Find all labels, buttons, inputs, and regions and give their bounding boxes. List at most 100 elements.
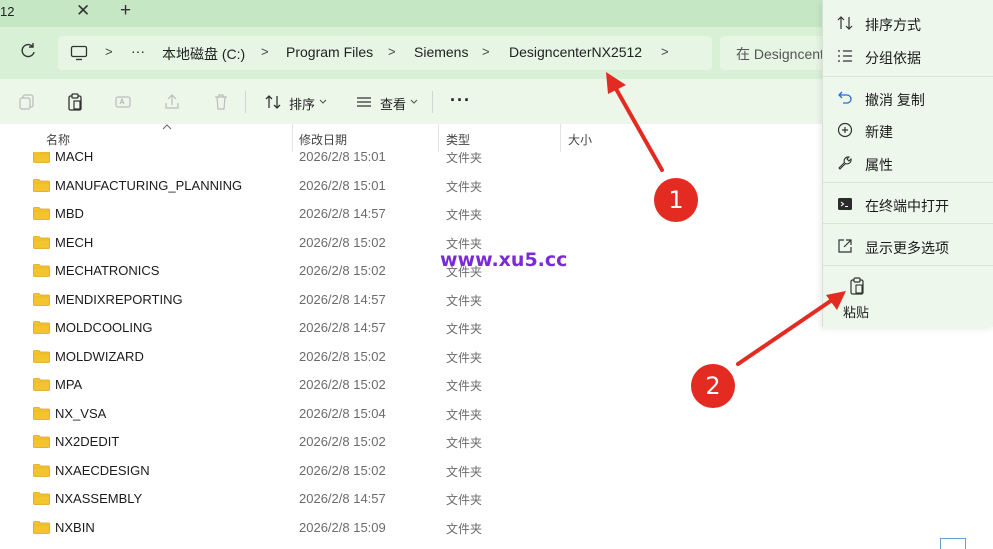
- file-name: MPA: [55, 377, 83, 392]
- menu-item-terminal[interactable]: 在终端中打开: [823, 189, 993, 219]
- file-date: 2026/2/8 15:01: [299, 177, 386, 193]
- folder-icon: [33, 178, 50, 192]
- column-date[interactable]: 修改日期: [299, 131, 347, 148]
- file-name: NX2DEDIT: [55, 434, 120, 449]
- file-date: 2026/2/8 15:02: [299, 348, 386, 364]
- breadcrumb-item-siemens[interactable]: Siemens: [414, 44, 468, 60]
- file-name: MANUFACTURING_PLANNING: [55, 177, 243, 193]
- search-input[interactable]: 在 Designcenter: [720, 36, 830, 70]
- sort-icon: [837, 16, 853, 30]
- share-icon[interactable]: [163, 93, 181, 111]
- folder-icon: [33, 235, 50, 249]
- menu-item-sort[interactable]: 排序方式: [823, 8, 993, 38]
- file-date: 2026/2/8 15:02: [299, 434, 386, 449]
- sort-button[interactable]: 排序: [289, 94, 315, 113]
- folder-icon: [33, 463, 50, 477]
- file-type: 文件夹: [446, 208, 483, 222]
- more-options-icon[interactable]: ···: [450, 90, 471, 111]
- file-date: 2026/2/8 14:57: [299, 291, 386, 307]
- refresh-icon[interactable]: [18, 41, 38, 61]
- context-menu: 排序方式 分组依据 撤消 复制 新建 属性 在终端中打开 显示更多选项 粘贴: [822, 0, 993, 327]
- file-row[interactable]: NX2DEDIT 2026/2/8 15:02 文件夹: [0, 427, 830, 455]
- sort-ascending-icon: [162, 124, 172, 130]
- file-name: MOLDWIZARD: [55, 348, 144, 364]
- column-divider[interactable]: [292, 124, 293, 152]
- menu-item-paste[interactable]: 粘贴: [837, 275, 887, 321]
- breadcrumb[interactable]: > ··· 本地磁盘 (C:) > Program Files > Siemen…: [58, 36, 712, 70]
- breadcrumb-item-program-files[interactable]: Program Files: [286, 44, 373, 60]
- file-type: 文件夹: [446, 379, 483, 393]
- sort-icon[interactable]: [264, 93, 282, 111]
- file-name: MOLDCOOLING: [55, 320, 153, 335]
- file-row[interactable]: NXASSEMBLY 2026/2/8 14:57 文件夹: [0, 484, 830, 512]
- menu-item-group[interactable]: 分组依据: [823, 41, 993, 71]
- breadcrumb-separator[interactable]: >: [105, 44, 113, 59]
- file-type: 文件夹: [446, 521, 483, 536]
- file-name: MBD: [55, 206, 84, 221]
- file-date: 2026/2/8 15:02: [299, 377, 386, 392]
- view-toggle-icon[interactable]: [940, 538, 966, 549]
- file-row[interactable]: MECH 2026/2/8 15:02 文件夹: [0, 228, 830, 256]
- file-name: MACH: [55, 152, 94, 164]
- delete-icon[interactable]: [212, 93, 230, 111]
- file-row[interactable]: MOLDCOOLING 2026/2/8 14:57 文件夹: [0, 313, 830, 341]
- menu-item-more-options[interactable]: 显示更多选项: [823, 231, 993, 261]
- breadcrumb-separator[interactable]: >: [261, 44, 269, 59]
- breadcrumb-more-icon[interactable]: ···: [131, 43, 145, 59]
- file-type: 文件夹: [446, 464, 483, 479]
- file-date: 2026/2/8 15:02: [299, 234, 386, 250]
- file-list: MACH 2026/2/8 15:01 文件夹 MANUFACTURING_PLANN…: [0, 152, 830, 545]
- copy-icon[interactable]: [18, 93, 36, 111]
- toolbar-divider: [432, 91, 433, 113]
- column-size[interactable]: 大小: [568, 131, 592, 148]
- breadcrumb-separator[interactable]: >: [661, 44, 669, 59]
- file-row[interactable]: NXAECDESIGN 2026/2/8 15:02 文件夹: [0, 456, 830, 484]
- menu-divider: [823, 265, 993, 266]
- annotation-badge-2: 2: [691, 364, 735, 408]
- file-row[interactable]: MANUFACTURING_PLANNING 2026/2/8 15:01 文件夹: [0, 171, 830, 199]
- chevron-down-icon: [410, 99, 418, 104]
- menu-item-label: 排序方式: [865, 17, 921, 33]
- column-headers: 名称 修改日期 类型 大小: [0, 124, 830, 152]
- column-divider[interactable]: [560, 124, 561, 152]
- file-row[interactable]: NXBIN 2026/2/8 15:09 文件夹: [0, 513, 830, 541]
- terminal-icon: [838, 198, 852, 210]
- menu-item-label: 属性: [865, 157, 893, 173]
- folder-icon: [33, 349, 50, 363]
- breadcrumb-item-designcenter[interactable]: DesigncenterNX2512: [509, 44, 642, 60]
- folder-icon: [33, 207, 50, 220]
- file-date: 2026/2/8 14:57: [299, 206, 386, 221]
- undo-icon: [838, 91, 852, 104]
- tab-title[interactable]: 12: [0, 4, 14, 19]
- file-date: 2026/2/8 15:09: [299, 519, 386, 535]
- file-name: MENDIXREPORTING: [55, 291, 183, 307]
- rename-icon[interactable]: [114, 93, 132, 111]
- computer-icon[interactable]: [70, 45, 88, 61]
- menu-item-properties[interactable]: 属性: [823, 148, 993, 178]
- column-name[interactable]: 名称: [46, 131, 70, 148]
- file-type: 文件夹: [446, 322, 483, 336]
- breadcrumb-separator[interactable]: >: [388, 44, 396, 59]
- folder-icon: [33, 321, 50, 334]
- file-name: NXASSEMBLY: [55, 491, 143, 506]
- file-row[interactable]: MENDIXREPORTING 2026/2/8 14:57 文件夹: [0, 285, 830, 313]
- column-divider[interactable]: [438, 124, 439, 152]
- new-tab-icon[interactable]: +: [120, 0, 131, 22]
- view-button[interactable]: 查看: [380, 94, 406, 113]
- file-row[interactable]: MBD 2026/2/8 14:57 文件夹: [0, 199, 830, 227]
- file-date: 2026/2/8 14:57: [299, 320, 386, 335]
- file-date: 2026/2/8 15:04: [299, 405, 386, 421]
- menu-item-new[interactable]: 新建: [823, 115, 993, 145]
- menu-item-label: 显示更多选项: [865, 240, 949, 256]
- tab-close-icon[interactable]: ✕: [76, 1, 90, 21]
- chevron-down-icon: [319, 99, 327, 104]
- menu-item-undo[interactable]: 撤消 复制: [823, 83, 993, 113]
- file-row[interactable]: MECHATRONICS 2026/2/8 15:02 文件夹: [0, 256, 830, 284]
- breadcrumb-item-c-drive[interactable]: 本地磁盘 (C:): [162, 44, 245, 64]
- paste-icon[interactable]: [66, 93, 84, 111]
- column-type[interactable]: 类型: [446, 131, 470, 148]
- file-row[interactable]: MACH 2026/2/8 15:01 文件夹: [0, 152, 830, 170]
- file-type: 文件夹: [446, 407, 483, 422]
- view-icon[interactable]: [355, 93, 373, 111]
- breadcrumb-separator[interactable]: >: [482, 44, 490, 59]
